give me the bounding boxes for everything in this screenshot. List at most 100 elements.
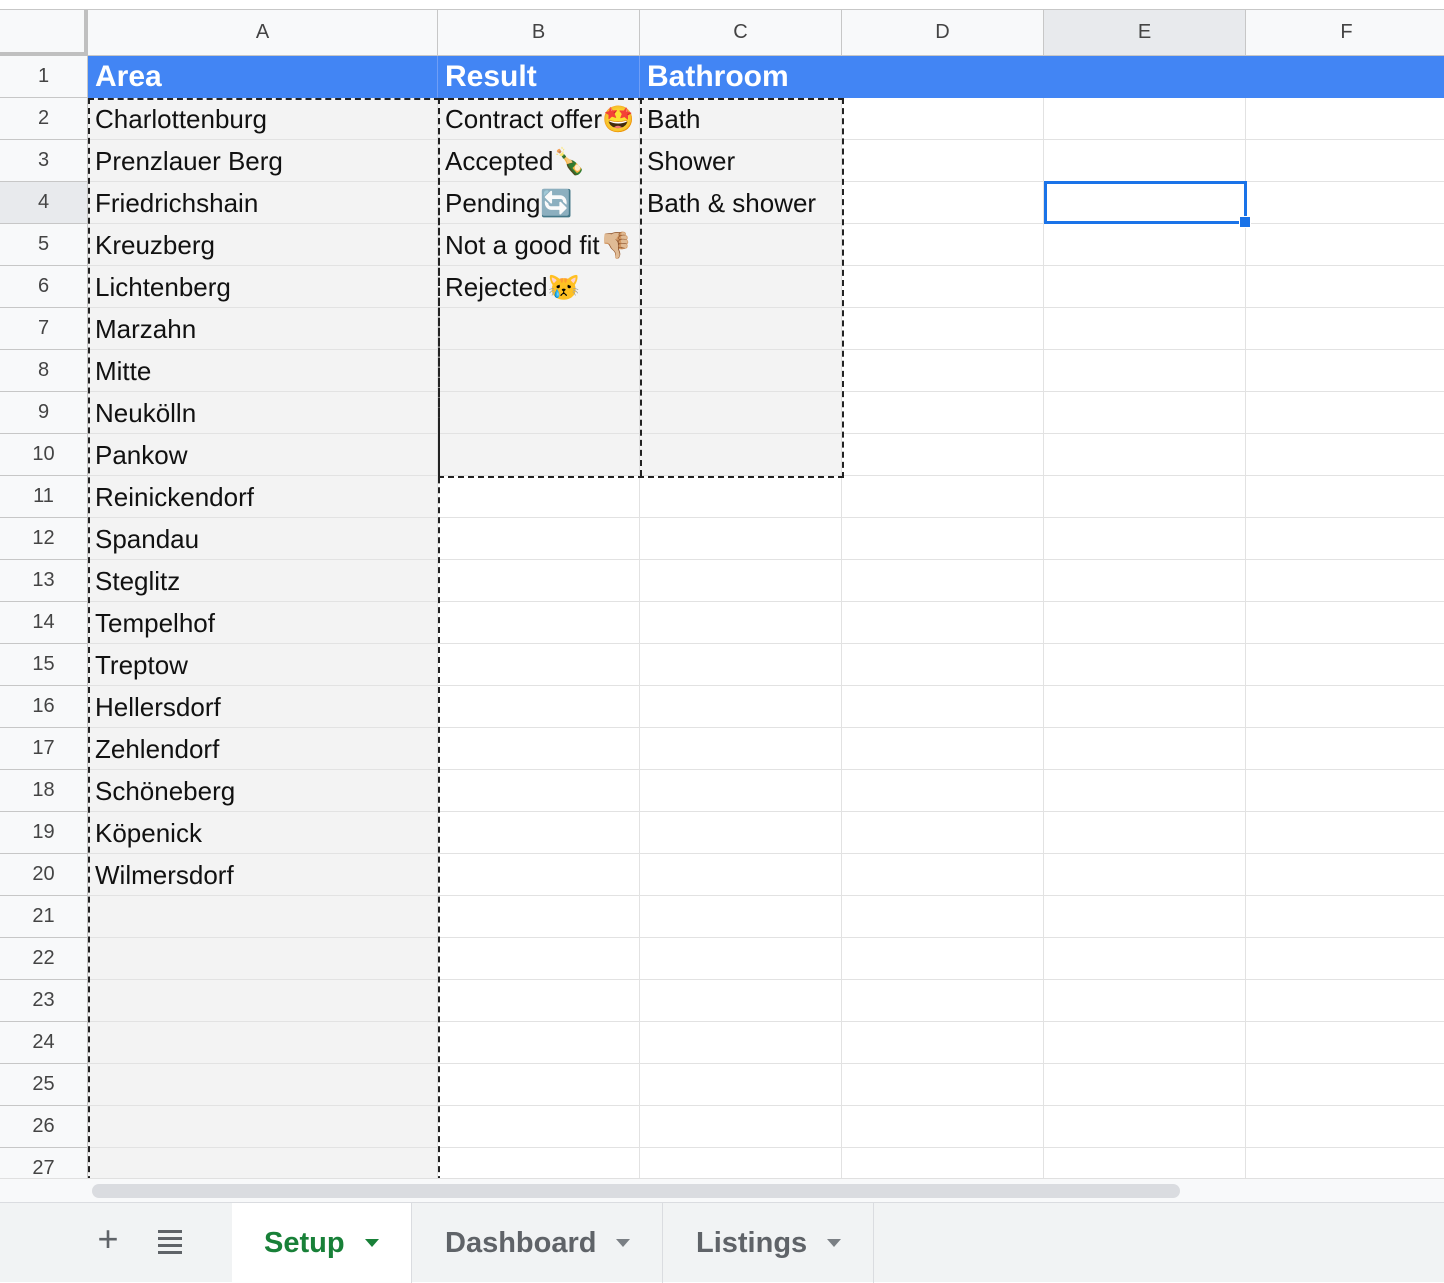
cell-b23[interactable] [438, 980, 640, 1022]
cell-a26[interactable] [88, 1106, 438, 1148]
column-header-f[interactable]: F [1246, 10, 1444, 56]
cell-e16[interactable] [1044, 686, 1246, 728]
cell-c1[interactable]: Bathroom [640, 56, 842, 98]
cell-e6[interactable] [1044, 266, 1246, 308]
cell-e24[interactable] [1044, 1022, 1246, 1064]
cell-c27[interactable] [640, 1148, 842, 1178]
cell-f16[interactable] [1246, 686, 1444, 728]
cell-e13[interactable] [1044, 560, 1246, 602]
cell-b13[interactable] [438, 560, 640, 602]
cell-f24[interactable] [1246, 1022, 1444, 1064]
cell-e20[interactable] [1044, 854, 1246, 896]
cell-b26[interactable] [438, 1106, 640, 1148]
cell-b4[interactable]: Pending🔄 [438, 182, 640, 224]
cell-c22[interactable] [640, 938, 842, 980]
cell-c19[interactable] [640, 812, 842, 854]
cell-e25[interactable] [1044, 1064, 1246, 1106]
cell-f23[interactable] [1246, 980, 1444, 1022]
cell-d19[interactable] [842, 812, 1044, 854]
cell-d11[interactable] [842, 476, 1044, 518]
cell-b5[interactable]: Not a good fit👎🏼 [438, 224, 640, 266]
cell-d23[interactable] [842, 980, 1044, 1022]
cell-a16[interactable]: Hellersdorf [88, 686, 438, 728]
cell-b10[interactable] [438, 434, 640, 476]
cell-f20[interactable] [1246, 854, 1444, 896]
row-header-13[interactable]: 13 [0, 560, 88, 602]
cell-e22[interactable] [1044, 938, 1246, 980]
row-header-4[interactable]: 4 [0, 182, 88, 224]
cell-b7[interactable] [438, 308, 640, 350]
cell-a12[interactable]: Spandau [88, 518, 438, 560]
caret-down-icon[interactable] [827, 1239, 842, 1247]
row-header-3[interactable]: 3 [0, 140, 88, 182]
cell-d21[interactable] [842, 896, 1044, 938]
cell-a20[interactable]: Wilmersdorf [88, 854, 438, 896]
cell-f14[interactable] [1246, 602, 1444, 644]
column-header-e[interactable]: E [1044, 10, 1246, 56]
cell-a6[interactable]: Lichtenberg [88, 266, 438, 308]
cell-b27[interactable] [438, 1148, 640, 1178]
cell-d18[interactable] [842, 770, 1044, 812]
cell-e10[interactable] [1044, 434, 1246, 476]
cell-d12[interactable] [842, 518, 1044, 560]
cell-c18[interactable] [640, 770, 842, 812]
column-header-c[interactable]: C [640, 10, 842, 56]
row-header-12[interactable]: 12 [0, 518, 88, 560]
scrollbar-thumb[interactable] [92, 1184, 1180, 1198]
row-header-6[interactable]: 6 [0, 266, 88, 308]
cell-f22[interactable] [1246, 938, 1444, 980]
cell-e2[interactable] [1044, 98, 1246, 140]
cell-d16[interactable] [842, 686, 1044, 728]
row-header-2[interactable]: 2 [0, 98, 88, 140]
cell-f21[interactable] [1246, 896, 1444, 938]
cell-b21[interactable] [438, 896, 640, 938]
cell-d1[interactable] [842, 56, 1044, 98]
cell-f27[interactable] [1246, 1148, 1444, 1178]
cell-d24[interactable] [842, 1022, 1044, 1064]
cell-a19[interactable]: Köpenick [88, 812, 438, 854]
cell-a23[interactable] [88, 980, 438, 1022]
cell-e26[interactable] [1044, 1106, 1246, 1148]
cell-a17[interactable]: Zehlendorf [88, 728, 438, 770]
cell-c21[interactable] [640, 896, 842, 938]
cell-a11[interactable]: Reinickendorf [88, 476, 438, 518]
tab-dashboard[interactable]: Dashboard [413, 1203, 663, 1283]
cell-a18[interactable]: Schöneberg [88, 770, 438, 812]
cell-b3[interactable]: Accepted🍾 [438, 140, 640, 182]
tab-listings[interactable]: Listings [664, 1203, 874, 1283]
cell-c14[interactable] [640, 602, 842, 644]
caret-down-icon[interactable] [364, 1239, 379, 1247]
row-header-15[interactable]: 15 [0, 644, 88, 686]
row-header-26[interactable]: 26 [0, 1106, 88, 1148]
cell-c4[interactable]: Bath & shower [640, 182, 842, 224]
cell-a22[interactable] [88, 938, 438, 980]
cell-f6[interactable] [1246, 266, 1444, 308]
cell-d13[interactable] [842, 560, 1044, 602]
list-icon[interactable] [150, 1221, 190, 1261]
row-header-24[interactable]: 24 [0, 1022, 88, 1064]
cell-f25[interactable] [1246, 1064, 1444, 1106]
cell-c12[interactable] [640, 518, 842, 560]
cell-f11[interactable] [1246, 476, 1444, 518]
cell-d14[interactable] [842, 602, 1044, 644]
active-cell-selection[interactable] [1044, 181, 1251, 228]
cell-f12[interactable] [1246, 518, 1444, 560]
cell-c25[interactable] [640, 1064, 842, 1106]
cell-b18[interactable] [438, 770, 640, 812]
cell-f10[interactable] [1246, 434, 1444, 476]
cell-e19[interactable] [1044, 812, 1246, 854]
cell-c5[interactable] [640, 224, 842, 266]
cell-e8[interactable] [1044, 350, 1246, 392]
cell-b11[interactable] [438, 476, 640, 518]
cell-c10[interactable] [640, 434, 842, 476]
row-header-14[interactable]: 14 [0, 602, 88, 644]
cell-c16[interactable] [640, 686, 842, 728]
cell-f15[interactable] [1246, 644, 1444, 686]
cell-b15[interactable] [438, 644, 640, 686]
cell-f13[interactable] [1246, 560, 1444, 602]
cell-d2[interactable] [842, 98, 1044, 140]
row-header-22[interactable]: 22 [0, 938, 88, 980]
cell-a13[interactable]: Steglitz [88, 560, 438, 602]
cell-a10[interactable]: Pankow [88, 434, 438, 476]
cell-e14[interactable] [1044, 602, 1246, 644]
